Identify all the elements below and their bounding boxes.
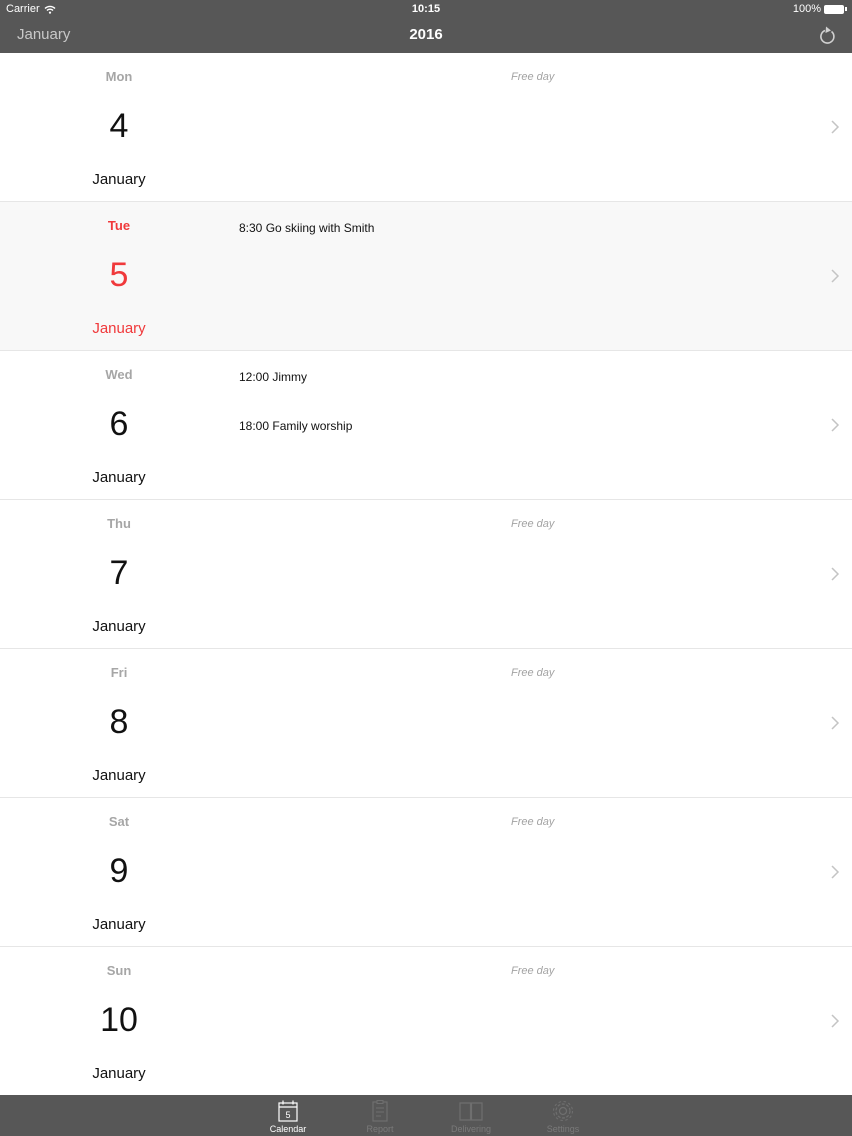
calendar-icon: 5 bbox=[278, 1100, 298, 1122]
event-item[interactable]: 18:00 Family worship bbox=[239, 419, 352, 433]
chevron-right-icon bbox=[831, 1014, 840, 1028]
refresh-icon[interactable] bbox=[817, 24, 837, 46]
date-column: Mon 4 January bbox=[69, 53, 169, 202]
weekday-label: Sun bbox=[106, 963, 132, 978]
book-icon bbox=[459, 1102, 483, 1121]
tab-label: Delivering bbox=[450, 1124, 492, 1134]
top-bar: Carrier 10:15 100% January 2016 bbox=[0, 0, 852, 53]
free-day-label: Free day bbox=[511, 965, 555, 977]
tab-label: Calendar bbox=[269, 1124, 307, 1134]
battery-tip bbox=[845, 7, 847, 11]
weekday-label: Mon bbox=[105, 69, 133, 84]
clipboard-icon bbox=[372, 1100, 388, 1122]
month-label: January bbox=[92, 320, 146, 337]
month-label: January bbox=[92, 916, 146, 933]
event-item[interactable]: 8:30 Go skiing with Smith bbox=[239, 221, 374, 235]
date-column: Sat 9 January bbox=[69, 798, 169, 947]
calendar-badge: 5 bbox=[285, 1110, 290, 1120]
month-label: January bbox=[92, 469, 146, 486]
tab-label: Report bbox=[366, 1124, 394, 1134]
date-column: Sun 10 January bbox=[69, 947, 169, 1095]
chevron-right-icon bbox=[831, 716, 840, 730]
day-number: 4 bbox=[109, 107, 129, 145]
day-row[interactable]: Tue 5 January 8:30 Go skiing with Smith bbox=[0, 202, 852, 351]
date-column: Fri 8 January bbox=[69, 649, 169, 798]
day-number: 5 bbox=[109, 256, 129, 294]
day-number: 10 bbox=[100, 1001, 138, 1039]
day-row[interactable]: Sun 10 January Free day bbox=[0, 947, 852, 1095]
day-row[interactable]: Mon 4 January Free day bbox=[0, 53, 852, 202]
free-day-label: Free day bbox=[511, 816, 555, 828]
battery-icon bbox=[824, 4, 844, 14]
day-number: 6 bbox=[109, 405, 129, 443]
weekday-label: Wed bbox=[105, 367, 133, 382]
chevron-right-icon bbox=[831, 418, 840, 432]
tab-settings[interactable]: Settings bbox=[528, 1095, 598, 1136]
chevron-right-icon bbox=[831, 567, 840, 581]
free-day-label: Free day bbox=[511, 518, 555, 530]
weekday-label: Fri bbox=[110, 665, 128, 680]
date-column: Tue 5 January bbox=[69, 202, 169, 351]
month-label: January bbox=[92, 618, 146, 635]
day-row[interactable]: Wed 6 January 12:00 Jimmy 18:00 Family worsh… bbox=[0, 351, 852, 500]
month-label: January bbox=[92, 1065, 146, 1082]
day-number: 7 bbox=[109, 554, 129, 592]
navigation-bar: January 2016 bbox=[0, 18, 852, 53]
date-column: Wed 6 January bbox=[69, 351, 169, 500]
status-bar: Carrier 10:15 100% bbox=[0, 0, 852, 18]
event-item[interactable]: 12:00 Jimmy bbox=[239, 370, 307, 384]
tab-bar: 5 Calendar Report Delivering Settings bbox=[0, 1095, 852, 1136]
clock: 10:15 bbox=[411, 3, 441, 15]
tab-calendar[interactable]: 5 Calendar bbox=[253, 1095, 323, 1136]
chevron-right-icon bbox=[831, 865, 840, 879]
gear-icon bbox=[553, 1101, 573, 1121]
weekday-label: Thu bbox=[107, 516, 131, 531]
page-title: 2016 bbox=[409, 26, 443, 43]
day-number: 8 bbox=[109, 703, 129, 741]
battery-percent: 100% bbox=[792, 3, 821, 15]
chevron-right-icon bbox=[831, 269, 840, 283]
date-column: Thu 7 January bbox=[69, 500, 169, 649]
day-number: 9 bbox=[109, 852, 129, 890]
weekday-label: Tue bbox=[107, 218, 131, 233]
battery-status: 100% bbox=[793, 3, 847, 15]
free-day-label: Free day bbox=[511, 667, 555, 679]
day-row[interactable]: Sat 9 January Free day bbox=[0, 798, 852, 947]
month-label: January bbox=[92, 171, 146, 188]
tab-delivering[interactable]: Delivering bbox=[436, 1095, 506, 1136]
month-label: January bbox=[92, 767, 146, 784]
day-list: Mon 4 January Free day Tue 5 January 8:30 Go sk… bbox=[0, 53, 852, 1095]
weekday-label: Sat bbox=[108, 814, 130, 829]
day-row[interactable]: Thu 7 January Free day bbox=[0, 500, 852, 649]
free-day-label: Free day bbox=[511, 71, 555, 83]
day-row[interactable]: Fri 8 January Free day bbox=[0, 649, 852, 798]
chevron-right-icon bbox=[831, 120, 840, 134]
tab-report[interactable]: Report bbox=[345, 1095, 415, 1136]
tab-label: Settings bbox=[546, 1124, 580, 1134]
